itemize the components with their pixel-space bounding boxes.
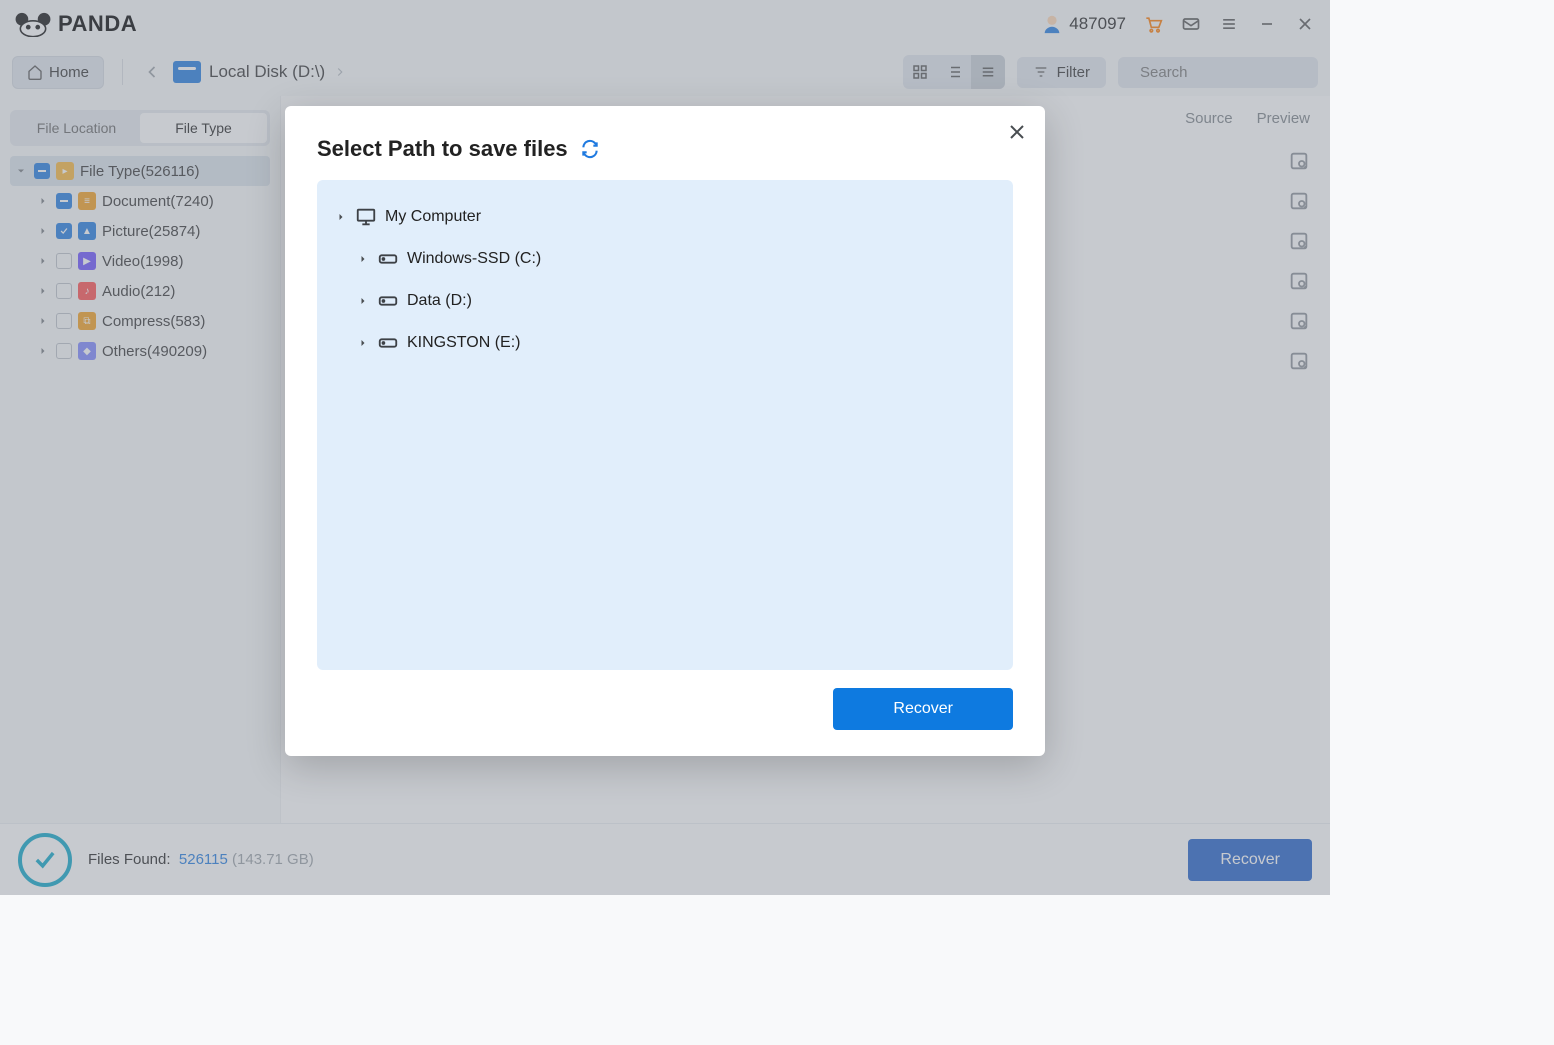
modal-title-text: Select Path to save files [317,136,568,162]
path-drive-d[interactable]: Data (D:) [329,280,1001,322]
modal-recover-button[interactable]: Recover [833,688,1013,730]
chevron-right-icon [357,295,369,307]
chevron-right-icon [357,253,369,265]
path-tree: My Computer Windows-SSD (C:) Data (D:) K… [317,180,1013,670]
modal-close-icon[interactable] [1005,120,1029,144]
path-label: Windows-SSD (C:) [407,250,541,268]
refresh-icon[interactable] [580,139,600,159]
path-my-computer[interactable]: My Computer [329,196,1001,238]
path-label: My Computer [385,208,481,226]
path-label: Data (D:) [407,292,472,310]
modal-overlay: Select Path to save files My Computer Wi… [0,0,1330,895]
path-drive-c[interactable]: Windows-SSD (C:) [329,238,1001,280]
chevron-right-icon [357,337,369,349]
chevron-right-icon [335,211,347,223]
path-label: KINGSTON (E:) [407,334,521,352]
modal-title: Select Path to save files [317,136,1013,162]
drive-icon [377,248,399,270]
drive-icon [377,332,399,354]
computer-icon [355,206,377,228]
select-path-modal: Select Path to save files My Computer Wi… [285,106,1045,756]
drive-icon [377,290,399,312]
path-drive-e[interactable]: KINGSTON (E:) [329,322,1001,364]
